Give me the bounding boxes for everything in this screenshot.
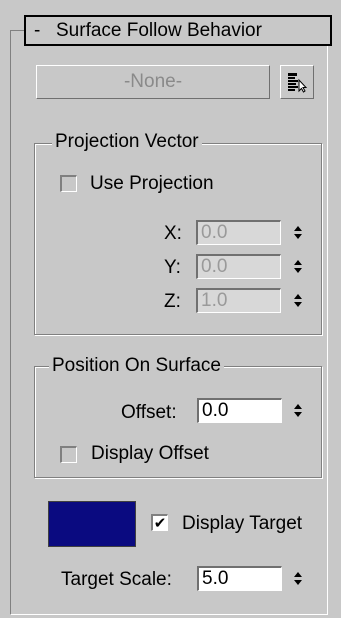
position-on-surface-title: Position On Surface (49, 355, 224, 377)
target-color-swatch[interactable] (48, 501, 136, 547)
projection-x-field[interactable]: 0.0 (196, 220, 281, 245)
projection-y-field[interactable]: 0.0 (196, 254, 281, 279)
surface-object-button-label: -None- (123, 71, 183, 92)
display-target-label[interactable]: Display Target (182, 513, 302, 535)
offset-field[interactable]: 0.0 (197, 398, 282, 423)
display-target-checkbox[interactable]: ✔ (151, 514, 168, 531)
rollout-title: Surface Follow Behavior (56, 19, 262, 41)
target-scale-spinner[interactable] (290, 566, 306, 591)
offset-label: Offset: (121, 402, 177, 423)
use-projection-checkbox[interactable] (60, 175, 77, 192)
surface-object-button[interactable]: -None- (36, 65, 270, 99)
pick-by-name-button[interactable] (280, 65, 314, 99)
projection-x-spinner[interactable] (290, 220, 306, 245)
collapse-toggle-icon[interactable]: - (34, 20, 56, 42)
projection-y-spinner[interactable] (290, 254, 306, 279)
display-offset-checkbox[interactable] (60, 446, 77, 463)
target-scale-field[interactable]: 5.0 (197, 566, 282, 591)
offset-spinner[interactable] (290, 398, 306, 423)
use-projection-label[interactable]: Use Projection (90, 173, 214, 195)
projection-z-spinner[interactable] (290, 288, 306, 313)
projection-vector-title: Projection Vector (52, 131, 202, 153)
target-scale-label: Target Scale: (61, 569, 172, 590)
y-label: Y: (164, 257, 181, 278)
display-offset-label[interactable]: Display Offset (91, 443, 209, 465)
z-label: Z: (164, 291, 181, 312)
rollout-header[interactable]: - Surface Follow Behavior (24, 15, 332, 46)
pick-list-icon (288, 73, 308, 93)
x-label: X: (164, 223, 182, 244)
check-mark-icon: ✔ (153, 514, 167, 532)
projection-z-field[interactable]: 1.0 (196, 288, 281, 313)
